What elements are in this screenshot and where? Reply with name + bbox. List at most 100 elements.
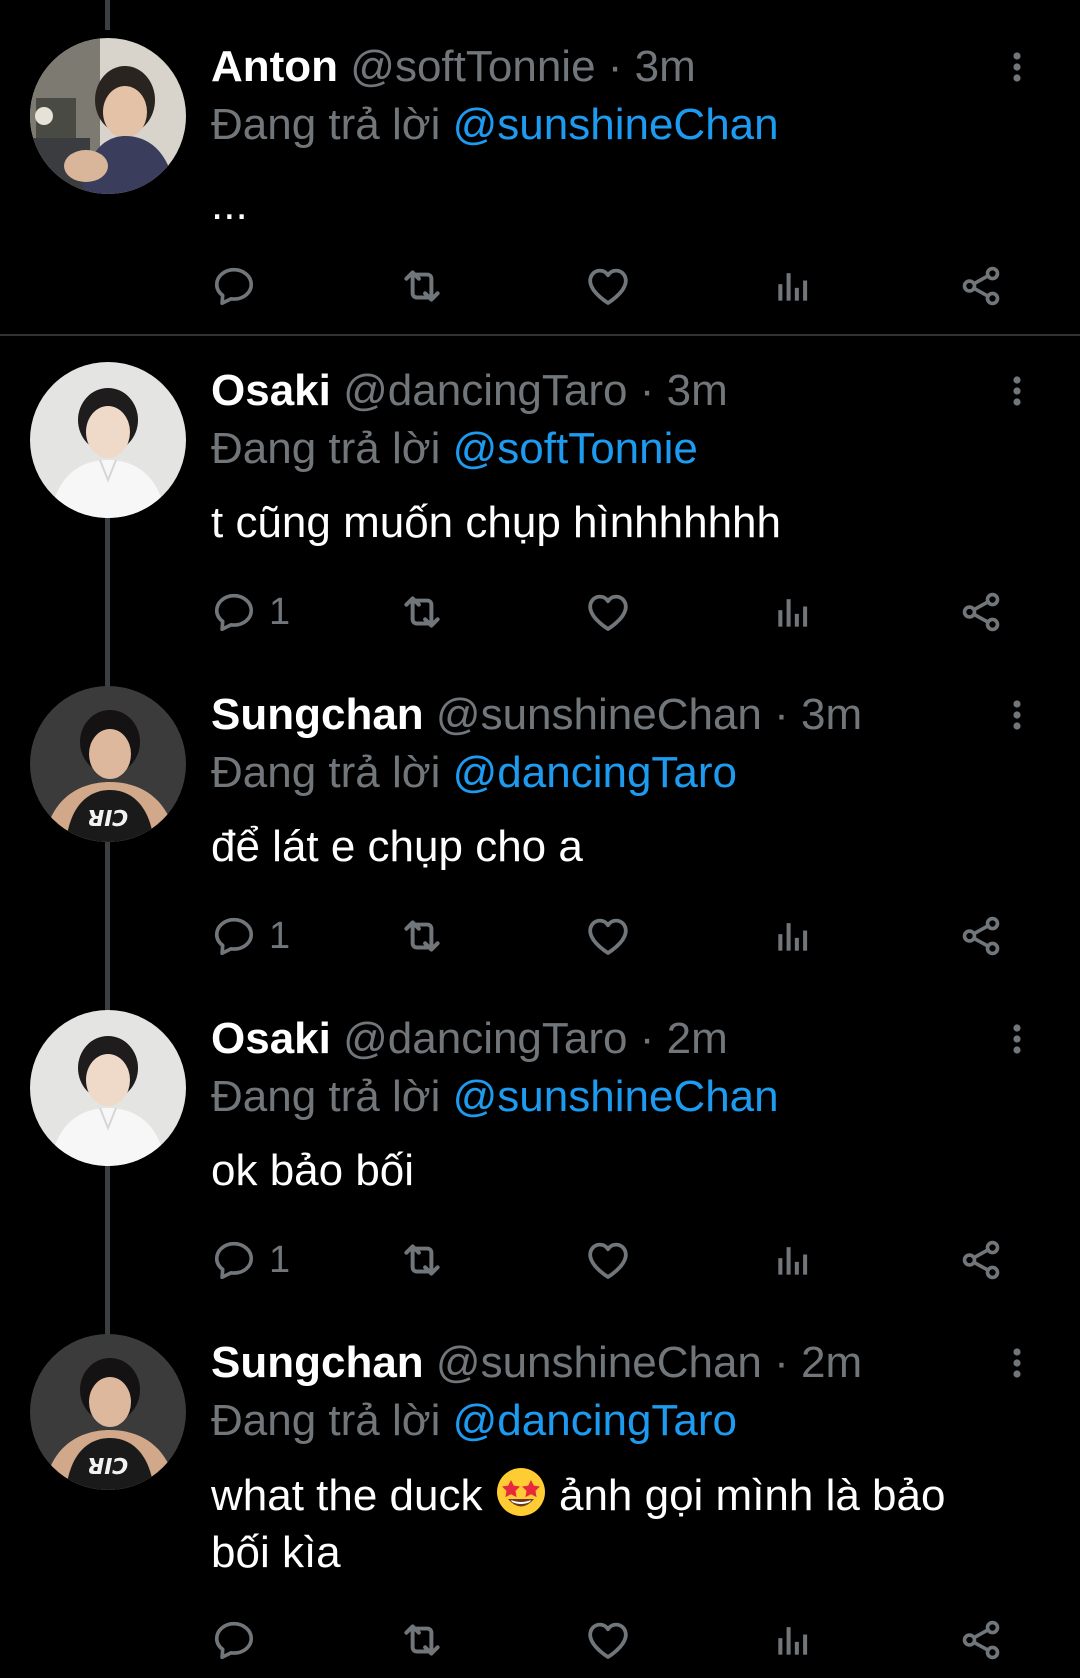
tweet-header: Sungchan @sunshineChan · 2m bbox=[211, 1338, 862, 1388]
tweet-text: để lát e chụp cho a bbox=[211, 822, 583, 871]
action-bar: 1 bbox=[211, 908, 1031, 964]
share-button[interactable] bbox=[958, 908, 1004, 964]
user-handle[interactable]: @dancingTaro bbox=[343, 366, 627, 415]
retweet-button[interactable] bbox=[397, 258, 447, 314]
like-button[interactable] bbox=[584, 908, 632, 964]
display-name[interactable]: Sungchan bbox=[211, 1338, 424, 1387]
tweet-text: ... bbox=[211, 180, 248, 229]
analytics-button[interactable] bbox=[771, 258, 815, 314]
mention-link[interactable]: @sunshineChan bbox=[453, 100, 779, 149]
analytics-button[interactable] bbox=[771, 1612, 815, 1668]
replying-label: Đang trả lời bbox=[211, 748, 441, 797]
mention-link[interactable]: @sunshineChan bbox=[453, 1072, 779, 1121]
thread-connector bbox=[105, 1166, 110, 1336]
analytics-button[interactable] bbox=[771, 584, 815, 640]
share-icon bbox=[958, 1617, 1004, 1663]
action-bar: 1 bbox=[211, 1232, 1031, 1288]
replying-label: Đang trả lời bbox=[211, 1072, 441, 1121]
analytics-icon bbox=[771, 264, 815, 308]
reply-icon bbox=[211, 263, 257, 309]
share-button[interactable] bbox=[958, 1612, 1004, 1668]
like-icon bbox=[584, 912, 632, 960]
retweet-icon bbox=[397, 1615, 447, 1665]
more-options-button[interactable] bbox=[1000, 690, 1034, 740]
thread-connector bbox=[105, 518, 110, 688]
timestamp[interactable]: 2m bbox=[667, 1014, 728, 1063]
svg-text:ꓤꓲꓛ: ꓤꓲꓛ bbox=[87, 1455, 128, 1480]
mention-link[interactable]: @dancingTaro bbox=[453, 748, 737, 797]
avatar[interactable] bbox=[30, 1010, 186, 1166]
reply-button[interactable] bbox=[211, 1612, 269, 1668]
share-icon bbox=[958, 913, 1004, 959]
retweet-button[interactable] bbox=[397, 1612, 447, 1668]
display-name[interactable]: Anton bbox=[211, 42, 338, 91]
like-button[interactable] bbox=[584, 1612, 632, 1668]
retweet-icon bbox=[397, 261, 447, 311]
timestamp[interactable]: 3m bbox=[801, 690, 862, 739]
separator-dot: · bbox=[607, 42, 623, 91]
tweet-text-part: ảnh gọi mình là bảo bbox=[558, 1471, 946, 1520]
like-button[interactable] bbox=[584, 258, 632, 314]
like-button[interactable] bbox=[584, 1232, 632, 1288]
avatar[interactable] bbox=[30, 362, 186, 518]
mention-link[interactable]: @softTonnie bbox=[453, 424, 698, 473]
timestamp[interactable]: 2m bbox=[801, 1338, 862, 1387]
retweet-button[interactable] bbox=[397, 908, 447, 964]
reply-button[interactable]: 1 bbox=[211, 908, 290, 964]
separator-dot: · bbox=[639, 366, 655, 415]
more-icon bbox=[1012, 1348, 1022, 1378]
tweet-text: t cũng muốn chụp hìnhhhhhh bbox=[211, 498, 782, 547]
user-handle[interactable]: @sunshineChan bbox=[436, 1338, 762, 1387]
avatar[interactable]: ꓤꓲꓛ bbox=[30, 1334, 186, 1490]
avatar[interactable] bbox=[30, 38, 186, 194]
tweet-text-part: what the duck bbox=[211, 1471, 483, 1520]
more-options-button[interactable] bbox=[1000, 1338, 1034, 1388]
analytics-icon bbox=[771, 914, 815, 958]
reply-count: 1 bbox=[269, 914, 291, 957]
display-name[interactable]: Osaki bbox=[211, 1014, 331, 1063]
reply-icon bbox=[211, 1237, 257, 1283]
like-icon bbox=[584, 1236, 632, 1284]
share-button[interactable] bbox=[958, 1232, 1004, 1288]
separator-dot: · bbox=[774, 1338, 789, 1387]
tweet-header: Osaki @dancingTaro · 3m bbox=[211, 366, 728, 416]
share-button[interactable] bbox=[958, 584, 1004, 640]
mention-link[interactable]: @dancingTaro bbox=[453, 1396, 737, 1445]
analytics-button[interactable] bbox=[771, 908, 815, 964]
avatar[interactable]: ꓤꓲꓛ bbox=[30, 686, 186, 842]
divider bbox=[0, 334, 1080, 336]
replying-to: Đang trả lời @sunshineChan bbox=[211, 100, 779, 150]
analytics-button[interactable] bbox=[771, 1232, 815, 1288]
more-options-button[interactable] bbox=[1000, 42, 1034, 92]
share-icon bbox=[958, 1237, 1004, 1283]
timestamp[interactable]: 3m bbox=[667, 366, 728, 415]
reply-button[interactable]: 1 bbox=[211, 584, 290, 640]
like-icon bbox=[584, 262, 632, 310]
user-handle[interactable]: @dancingTaro bbox=[343, 1014, 627, 1063]
share-button[interactable] bbox=[958, 258, 1004, 314]
more-options-button[interactable] bbox=[1000, 366, 1034, 416]
display-name[interactable]: Sungchan bbox=[211, 690, 424, 739]
more-icon bbox=[1012, 1024, 1022, 1054]
display-name[interactable]: Osaki bbox=[211, 366, 331, 415]
replying-to: Đang trả lời @softTonnie bbox=[211, 424, 698, 474]
tweet-header: Osaki @dancingTaro · 2m bbox=[211, 1014, 728, 1064]
more-options-button[interactable] bbox=[1000, 1014, 1034, 1064]
user-handle[interactable]: @softTonnie bbox=[350, 42, 595, 91]
timestamp[interactable]: 3m bbox=[635, 42, 696, 91]
reply-button[interactable] bbox=[211, 258, 269, 314]
retweet-button[interactable] bbox=[397, 584, 447, 640]
tweet-header: Anton @softTonnie · 3m bbox=[211, 42, 696, 92]
thread-connector bbox=[105, 842, 110, 1012]
replying-label: Đang trả lời bbox=[211, 1396, 441, 1445]
replying-label: Đang trả lời bbox=[211, 424, 441, 473]
reply-button[interactable]: 1 bbox=[211, 1232, 290, 1288]
retweet-button[interactable] bbox=[397, 1232, 447, 1288]
action-bar: 1 bbox=[211, 584, 1031, 640]
retweet-icon bbox=[397, 911, 447, 961]
reply-thread: Anton @softTonnie · 3m Đang trả lời @sun… bbox=[0, 0, 1080, 1678]
like-button[interactable] bbox=[584, 584, 632, 640]
user-handle[interactable]: @sunshineChan bbox=[436, 690, 762, 739]
like-icon bbox=[584, 588, 632, 636]
share-icon bbox=[958, 263, 1004, 309]
